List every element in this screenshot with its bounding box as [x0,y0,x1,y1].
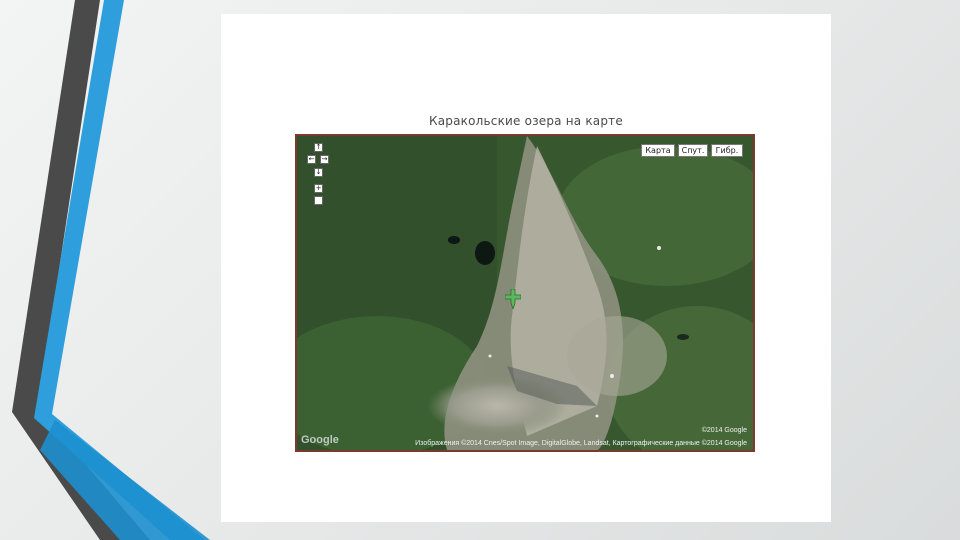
satellite-imagery[interactable] [297,136,753,450]
pan-right-button[interactable]: → [320,155,329,164]
slide-card: Каракольские озера на карте ↑ ← → ↓ + Ка… [221,14,831,522]
attribution-text: Изображения ©2014 Cnes/Spot Image, Digit… [415,440,747,447]
map-type-map-button[interactable]: Карта [641,144,675,157]
zoom-in-button[interactable]: + [314,184,323,193]
pan-up-button[interactable]: ↑ [314,143,323,152]
map-type-hybrid-button[interactable]: Гибр. [711,144,743,157]
zoom-out-button[interactable] [314,196,323,205]
map-widget[interactable]: ↑ ← → ↓ + Карта Спут. Гибр. Google ©2014… [295,134,755,452]
google-logo[interactable]: Google [301,434,339,446]
copyright-text: ©2014 Google [701,427,747,434]
pan-left-button[interactable]: ← [307,155,316,164]
pan-down-button[interactable]: ↓ [314,168,323,177]
map-title: Каракольские озера на карте [429,114,623,128]
map-type-satellite-button[interactable]: Спут. [678,144,708,157]
location-marker-icon[interactable] [505,289,521,309]
